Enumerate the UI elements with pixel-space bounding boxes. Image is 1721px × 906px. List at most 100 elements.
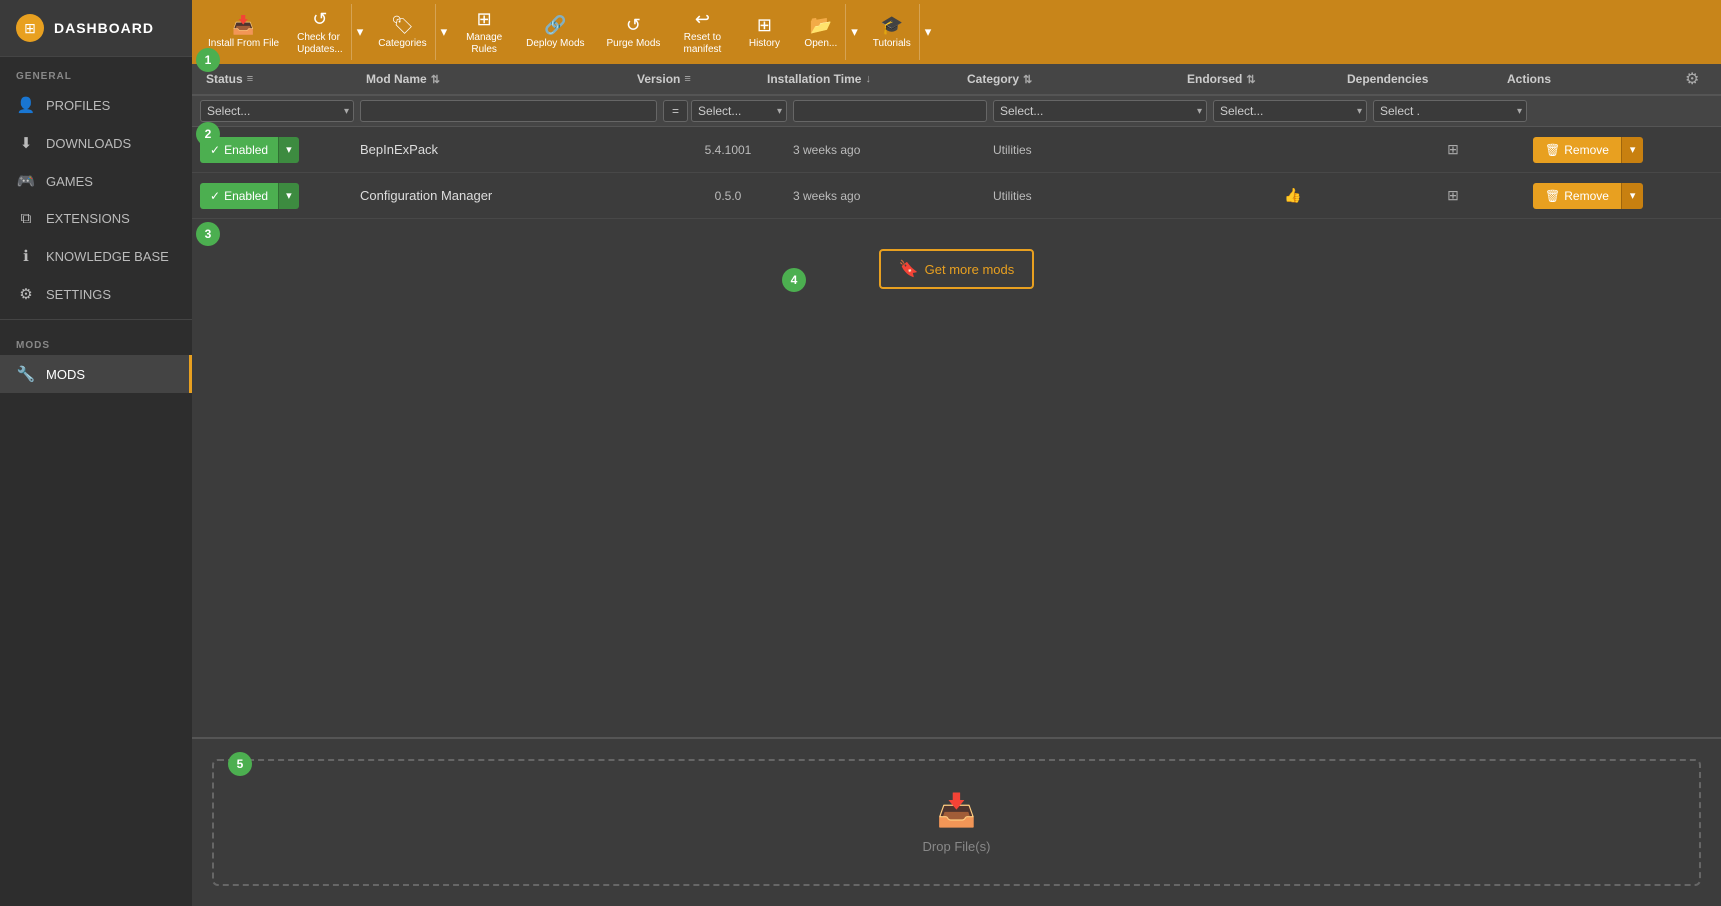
- tutorials-arrow[interactable]: ▾: [919, 4, 937, 60]
- step-badge-2: 2: [196, 122, 220, 146]
- games-icon: 🎮: [16, 172, 36, 190]
- profiles-icon: 👤: [16, 96, 36, 114]
- mod2-remove-label: Remove: [1564, 189, 1609, 203]
- history-button[interactable]: ⊞ History: [734, 4, 794, 60]
- mod1-version-cell: 5.4.1001: [663, 142, 793, 157]
- sidebar-item-profiles[interactable]: 👤 PROFILES: [0, 86, 192, 124]
- tutorials-button[interactable]: 🎓 Tutorials ▾: [865, 4, 937, 60]
- drop-label: Drop File(s): [923, 839, 991, 854]
- status-header-label: Status: [206, 72, 243, 86]
- mod1-remove-label: Remove: [1564, 143, 1609, 157]
- sidebar-item-settings[interactable]: ⚙ SETTINGS: [0, 275, 192, 313]
- table-row: ✓ Enabled ▾ BepInExPack 5.4.1001 3 weeks…: [192, 127, 1721, 173]
- col-header-installtime: Installation Time ↓: [761, 64, 961, 94]
- sidebar-item-label: SETTINGS: [46, 287, 111, 302]
- installtime-header-label: Installation Time: [767, 72, 861, 86]
- mod1-status-dropdown[interactable]: ▾: [278, 137, 299, 163]
- sidebar-header[interactable]: ⊞ DASHBOARD: [0, 0, 192, 57]
- open-arrow[interactable]: ▾: [845, 4, 863, 60]
- categories-icon: 🏷: [391, 15, 414, 36]
- col-header-actions: Actions: [1501, 64, 1681, 94]
- sidebar-item-extensions[interactable]: ⧉ EXTENSIONS: [0, 200, 192, 237]
- main-area: 📥 Install From File ↺ Check forUpdates..…: [192, 0, 1721, 906]
- check-updates-label: Check forUpdates...: [297, 32, 343, 56]
- manage-rules-button[interactable]: ⊞ ManageRules: [454, 4, 514, 60]
- version-equals-button[interactable]: =: [663, 100, 688, 122]
- drop-zone[interactable]: 📥 Drop File(s): [212, 759, 1701, 886]
- sidebar-item-knowledge-base[interactable]: ℹ KNOWLEDGE BASE: [0, 237, 192, 275]
- deploy-mods-icon: 🔗: [544, 15, 566, 36]
- deploy-mods-button[interactable]: 🔗 Deploy Mods: [516, 4, 594, 60]
- version-filter-select[interactable]: Select...: [691, 100, 787, 122]
- mod2-thumb-icon: 👍: [1284, 187, 1301, 203]
- check-for-updates-button[interactable]: ↺ Check forUpdates... ▾: [289, 4, 368, 60]
- endorsed-filter-wrapper: Select...: [1213, 100, 1367, 122]
- version-header-label: Version: [637, 72, 680, 86]
- installtime-sort-icon[interactable]: ↓: [865, 73, 871, 85]
- modname-filter-input[interactable]: [360, 100, 657, 122]
- open-button[interactable]: 📂 Open... ▾: [796, 4, 862, 60]
- check-updates-arrow[interactable]: ▾: [351, 4, 369, 60]
- mod1-status-cell: ✓ Enabled ▾: [200, 137, 360, 163]
- mod2-version: 0.5.0: [715, 189, 742, 203]
- mod2-dependency-icon[interactable]: ⊞: [1447, 187, 1459, 203]
- sidebar-item-games[interactable]: 🎮 GAMES: [0, 162, 192, 200]
- actions-header-label: Actions: [1507, 72, 1551, 86]
- mod1-dependency-icon[interactable]: ⊞: [1447, 141, 1459, 157]
- reset-manifest-icon: ↩: [695, 9, 710, 30]
- trash-icon: 🗑: [1545, 189, 1560, 203]
- endorsed-filter-select[interactable]: Select...: [1213, 100, 1367, 122]
- category-sort-icon[interactable]: ⇅: [1023, 73, 1032, 86]
- settings-icon: ⚙: [16, 285, 36, 303]
- reset-to-manifest-button[interactable]: ↩ Reset tomanifest: [672, 4, 732, 60]
- purge-mods-button[interactable]: ↺ Purge Mods: [597, 4, 671, 60]
- mod1-remove-dropdown[interactable]: ▾: [1621, 137, 1644, 163]
- mod1-name: BepInExPack: [360, 142, 438, 157]
- category-filter-wrapper: Select...: [993, 100, 1207, 122]
- category-header-label: Category: [967, 72, 1019, 86]
- mod2-enable-group: ✓ Enabled ▾: [200, 183, 360, 209]
- step-badge-5: 5: [228, 752, 252, 776]
- content-area: Status ≡ Mod Name ⇅ Version ≡ Installati…: [192, 64, 1721, 737]
- sidebar-item-label: MODS: [46, 367, 85, 382]
- table-settings-button[interactable]: ⚙: [1681, 65, 1703, 93]
- version-sort-icon[interactable]: ≡: [684, 73, 690, 85]
- dependencies-filter-select[interactable]: Select .: [1373, 100, 1527, 122]
- categories-arrow[interactable]: ▾: [435, 4, 453, 60]
- tutorials-icon: 🎓: [881, 15, 903, 36]
- extensions-icon: ⧉: [16, 210, 36, 227]
- categories-button[interactable]: 🏷 Categories ▾: [370, 4, 452, 60]
- status-filter-select[interactable]: Select...: [200, 100, 354, 122]
- sidebar-item-mods[interactable]: 🔧 MODS: [0, 355, 192, 393]
- sidebar-item-label: PROFILES: [46, 98, 110, 113]
- general-section-label: GENERAL: [0, 57, 192, 86]
- sidebar-item-downloads[interactable]: ⬇ DOWNLOADS: [0, 124, 192, 162]
- reset-manifest-label: Reset tomanifest: [684, 32, 722, 56]
- endorsed-filter-cell: Select...: [1213, 100, 1373, 122]
- col-header-version: Version ≡: [631, 64, 761, 94]
- mod1-enable-group: ✓ Enabled ▾: [200, 137, 360, 163]
- dashboard-icon: ⊞: [16, 14, 44, 42]
- endorsed-sort-icon[interactable]: ⇅: [1246, 73, 1255, 86]
- category-filter-select[interactable]: Select...: [993, 100, 1207, 122]
- sidebar-item-label: KNOWLEDGE BASE: [46, 249, 169, 264]
- version-filter-wrapper: Select...: [691, 100, 787, 122]
- mod1-install-time: 3 weeks ago: [793, 143, 860, 157]
- mod2-status-dropdown[interactable]: ▾: [278, 183, 299, 209]
- sidebar-item-label: DOWNLOADS: [46, 136, 131, 151]
- installtime-filter-input[interactable]: [793, 100, 987, 122]
- table-header: Status ≡ Mod Name ⇅ Version ≡ Installati…: [192, 64, 1721, 96]
- mod2-remove-button[interactable]: 🗑 Remove: [1533, 183, 1621, 209]
- history-label: History: [749, 38, 780, 50]
- mod2-actions-cell: 🗑 Remove ▾: [1533, 183, 1713, 209]
- modname-sort-icon[interactable]: ⇅: [431, 73, 440, 86]
- mod2-remove-dropdown[interactable]: ▾: [1621, 183, 1644, 209]
- get-more-mods-label: Get more mods: [925, 262, 1015, 277]
- status-sort-icon[interactable]: ≡: [247, 73, 253, 85]
- get-more-mods-button[interactable]: 🔖 Get more mods: [879, 249, 1035, 289]
- mod1-remove-button[interactable]: 🗑 Remove: [1533, 137, 1621, 163]
- toolbar: 📥 Install From File ↺ Check forUpdates..…: [192, 0, 1721, 64]
- mod2-enabled-button[interactable]: ✓ Enabled: [200, 183, 278, 209]
- mod1-remove-group: 🗑 Remove ▾: [1533, 137, 1713, 163]
- sidebar-divider: [0, 319, 192, 320]
